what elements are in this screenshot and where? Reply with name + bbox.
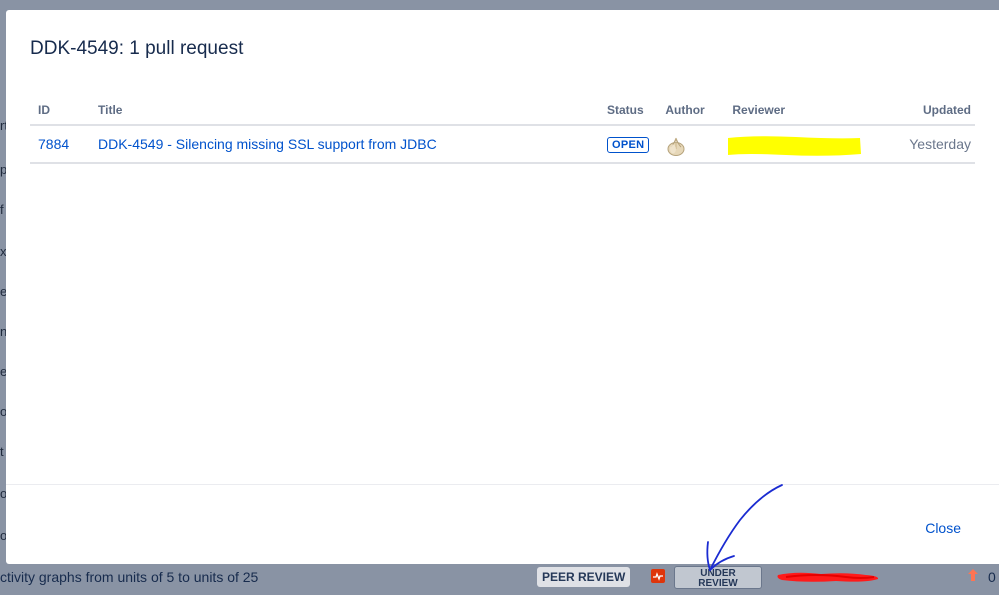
dialog-title: DDK-4549: 1 pull request [30, 38, 244, 59]
arrow-up-icon [968, 569, 978, 581]
activity-icon[interactable] [651, 569, 665, 583]
author-avatar[interactable] [665, 135, 687, 157]
status-badge: OPEN [607, 137, 650, 153]
garlic-avatar-icon [667, 137, 685, 156]
pr-reviewer-cell [724, 125, 891, 164]
table-header-row: ID Title Status Author Reviewer Updated [30, 102, 975, 126]
column-header-id: ID [30, 102, 90, 126]
updated-time: Yesterday [909, 136, 971, 152]
red-redaction-mark [777, 572, 879, 582]
column-header-status: Status [599, 102, 658, 126]
pr-title-link[interactable]: DDK-4549 - Silencing missing SSL support… [98, 136, 437, 152]
pr-id-link[interactable]: 7884 [38, 136, 69, 152]
pr-status-cell: OPEN [599, 125, 658, 164]
pull-request-table: ID Title Status Author Reviewer Updated … [30, 102, 975, 164]
underlying-issue-row: ctivity graphs from units of 5 to units … [0, 564, 999, 595]
yellow-redaction-mark [728, 135, 862, 156]
column-header-updated: Updated [890, 102, 975, 126]
pr-id-cell: 7884 [30, 125, 90, 164]
pr-updated-cell: Yesterday [890, 125, 975, 164]
dialog-footer: Close [6, 484, 999, 565]
pr-title-cell: DDK-4549 - Silencing missing SSL support… [90, 125, 599, 164]
issue-count: 0 [988, 569, 996, 585]
column-header-title: Title [90, 102, 599, 126]
column-header-author: Author [657, 102, 725, 126]
table-row: 7884 DDK-4549 - Silencing missing SSL su… [30, 125, 975, 164]
peer-review-badge: PEER REVIEW [537, 567, 631, 587]
status-line-2: REVIEW [698, 578, 738, 589]
under-review-status-button[interactable]: UNDER REVIEW [674, 566, 762, 589]
column-header-reviewer: Reviewer [724, 102, 891, 126]
pull-request-dialog: DDK-4549: 1 pull request ID Title Status… [6, 10, 999, 564]
issue-summary-text[interactable]: ctivity graphs from units of 5 to units … [0, 569, 258, 585]
close-button[interactable]: Close [925, 520, 961, 536]
pr-author-cell [657, 125, 725, 164]
